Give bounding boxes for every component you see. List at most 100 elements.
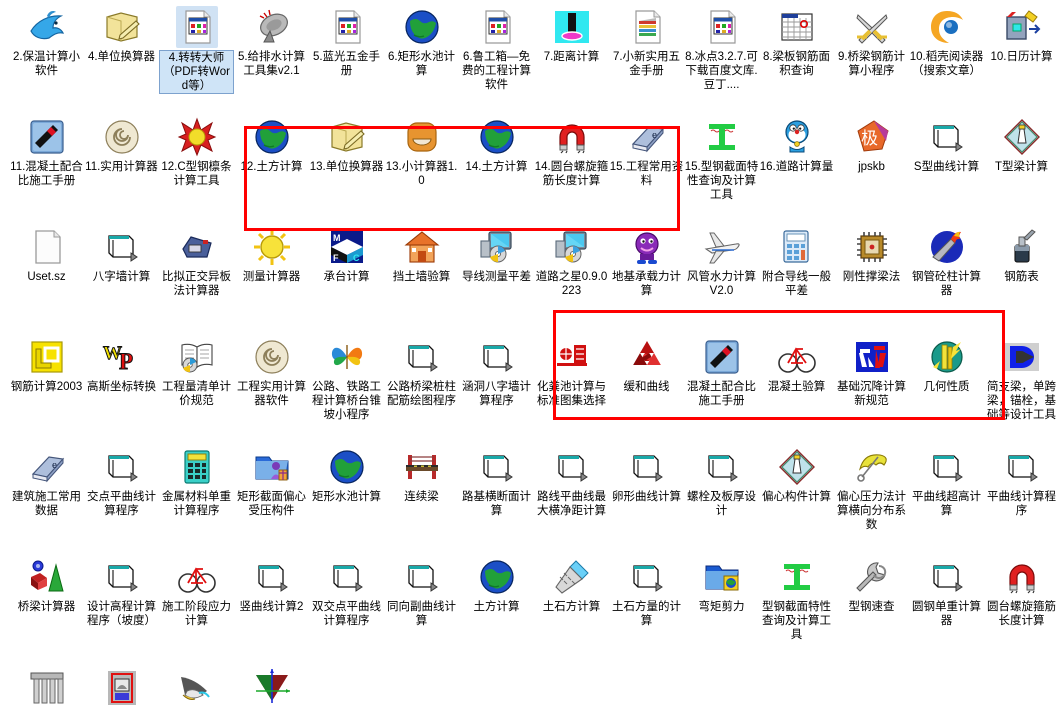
columns-icon (26, 666, 68, 708)
desktop-icon[interactable]: 型钢速查 (834, 556, 909, 614)
desktop-icon[interactable]: 13.小计算器1.0 (384, 116, 459, 188)
desktop-icon[interactable]: 弯矩剪力 (684, 556, 759, 614)
desktop-icon[interactable]: 涵洞八字墙计算程序 (459, 336, 534, 408)
desktop-icon[interactable]: 混凝土配合比施工手册 (684, 336, 759, 408)
desktop-icon[interactable]: 偏心构件计算 (759, 446, 834, 504)
desktop-icon[interactable]: Uset.sz (9, 226, 84, 284)
desktop-icon[interactable]: W P 高斯坐标转换 (84, 336, 159, 394)
desktop-icon[interactable]: 平曲线计算程序 (984, 446, 1059, 518)
desktop-icon[interactable]: 型钢截面特性查询及计算工具 (759, 556, 834, 642)
desktop-icon[interactable]: 几何性质 (909, 336, 984, 394)
desktop-icon[interactable]: 八字墙计算 (84, 226, 159, 284)
desktop-icon-label: 施工阶段应力计算 (162, 601, 231, 627)
desktop-surface[interactable]: 2.保温计算小软件 4.单位换算器 4.转转大师（PDF转Word等） 5.给排水计算… (0, 0, 1063, 705)
desktop-icon[interactable]: 设计高程计算程序（坡度） (84, 556, 159, 628)
desktop-icon[interactable]: 交点平曲线计算程序 (84, 446, 159, 518)
desktop-icon[interactable]: 14.圆台螺旋箍筋长度计算 (534, 116, 609, 188)
desktop-icon[interactable]: 道路之星0.9.0223 (534, 226, 609, 298)
desktop-icon[interactable]: 工程量清单计价规范 (159, 336, 234, 408)
desktop-icon[interactable]: 风管水力计算V2.0 (684, 226, 759, 298)
desktop-icon-label: 2.保温计算小软件 (12, 51, 81, 77)
desktop-icon[interactable]: 连续梁 (384, 446, 459, 504)
desktop-icon[interactable]: 路线平曲线最大横净距计算 (534, 446, 609, 518)
desktop-icon[interactable]: 11.实用计算器 (84, 116, 159, 174)
desktop-icon[interactable]: 卵形曲线计算 (609, 446, 684, 504)
desktop-icon[interactable]: 9.桥梁钢筋计算小程序 (834, 6, 909, 78)
desktop-icon[interactable]: 螺栓及板厚设计 (684, 446, 759, 518)
desktop-icon[interactable]: 公路、铁路工程计算桥台锥坡小程序 (309, 336, 384, 422)
desktop-icon[interactable]: 12.土方计算 (234, 116, 309, 174)
desktop-icon[interactable] (159, 666, 234, 710)
desktop-icon[interactable]: 矩形水池计算 (309, 446, 384, 504)
desktop-icon[interactable]: 6.鲁工箱—免费的工程计算软件 (459, 6, 534, 92)
desktop-icon[interactable]: 13.单位换算器 (309, 116, 384, 174)
desktop-icon[interactable]: 7.小新实用五金手册 (609, 6, 684, 78)
desktop-icon[interactable]: 矩形截面偏心受压构件 (234, 446, 309, 518)
desktop-icon[interactable]: 钢管砼柱计算器 (909, 226, 984, 298)
desktop-icon[interactable]: e 建筑施工常用数据 (9, 446, 84, 518)
desktop-icon[interactable] (84, 666, 159, 710)
desktop-icon[interactable]: 挡土墙验算 (384, 226, 459, 284)
desktop-icon[interactable]: 8.冰点3.2.7.可下载百度文库.豆丁.... (684, 6, 759, 92)
desktop-icon[interactable]: 路基横断面计算 (459, 446, 534, 518)
desktop-icon[interactable]: 4.转转大师（PDF转Word等） (159, 6, 234, 94)
desktop-icon[interactable]: 混凝土验算 (759, 336, 834, 394)
desktop-icon[interactable]: 刚性撑梁法 (834, 226, 909, 284)
desktop-icon[interactable]: 10.日历计算 (984, 6, 1059, 64)
desktop-icon[interactable]: 10.稻壳阅读器（搜索文章） (909, 6, 984, 78)
shortcut-doc-icon (101, 446, 143, 488)
desktop-icon[interactable]: 5.给排水计算工具集v2.1 (234, 6, 309, 78)
folder-people-icon (251, 446, 293, 488)
desktop-icon[interactable]: M F C 承台计算 (309, 226, 384, 284)
desktop-icon[interactable]: 16.道路计算量 (759, 116, 834, 174)
desktop-icon[interactable]: 金属材料单重计算程序 (159, 446, 234, 518)
desktop-icon[interactable]: 竖曲线计算2 (234, 556, 309, 614)
desktop-icon[interactable]: 施工阶段应力计算 (159, 556, 234, 628)
desktop-icon-label: 钢管砼柱计算器 (912, 271, 981, 297)
desktop-icon[interactable]: 化粪池计算与标准图集选择 (534, 336, 609, 408)
desktop-icon[interactable]: 简支梁，单跨梁，锚栓，基础等设计工具 (984, 336, 1059, 422)
desktop-icon[interactable]: 比拟正交异板法计算器 (159, 226, 234, 298)
desktop-icon[interactable]: 缓和曲线 (609, 336, 684, 394)
desktop-icon[interactable]: 附合导线一般平差 (759, 226, 834, 298)
desktop-icon[interactable]: 导线测量平差 (459, 226, 534, 284)
desktop-icon[interactable]: 圆钢单重计算器 (909, 556, 984, 628)
desktop-icon[interactable]: 工程实用计算器软件 (234, 336, 309, 408)
desktop-icon[interactable]: 极 jpskb (834, 116, 909, 174)
desktop-icon[interactable] (234, 666, 309, 710)
desktop-icon[interactable]: 15.型钢截面特性查询及计算工具 (684, 116, 759, 202)
desktop-icon[interactable]: 土石方量的计算 (609, 556, 684, 628)
desktop-icon[interactable]: 偏心压力法计算横向分布系数 (834, 446, 909, 532)
desktop-icon[interactable]: 平曲线超高计算 (909, 446, 984, 518)
desktop-icon[interactable]: 5.蓝光五金手册 (309, 6, 384, 78)
desktop-icon[interactable]: 6.矩形水池计算 (384, 6, 459, 78)
desktop-icon[interactable]: 钢筋计算2003 (9, 336, 84, 394)
desktop-icon[interactable]: 同向副曲线计算 (384, 556, 459, 628)
desktop-icon[interactable]: e 15.工程常用资料 (609, 116, 684, 188)
desktop-icon[interactable]: 12.C型钢檩条计算工具 (159, 116, 234, 188)
desktop-icon[interactable] (9, 666, 84, 710)
desktop-icon[interactable]: 钢筋表 (984, 226, 1059, 284)
desktop-icon[interactable]: 11.混凝土配合比施工手册 (9, 116, 84, 188)
desktop-icon[interactable]: 公路桥梁桩柱配筋绘图程序 (384, 336, 459, 408)
desktop-icon[interactable]: 双交点平曲线计算程序 (309, 556, 384, 628)
desktop-icon[interactable]: 4.单位换算器 (84, 6, 159, 64)
svg-text:F: F (333, 253, 339, 263)
desktop-icon[interactable]: 土石方计算 (534, 556, 609, 614)
desktop-icon[interactable]: 桥梁计算器 (9, 556, 84, 614)
desktop-icon[interactable]: T型梁计算 (984, 116, 1059, 174)
desktop-icon[interactable]: 圆台螺旋箍筋长度计算 (984, 556, 1059, 628)
desktop-icon-label: 路基横断面计算 (462, 491, 531, 517)
desktop-icon[interactable]: 7.距离计算 (534, 6, 609, 64)
globe-icon (401, 6, 443, 48)
shortcut-doc-icon (626, 556, 668, 598)
desktop-icon[interactable]: 14.土方计算 (459, 116, 534, 174)
desktop-icon[interactable]: S型曲线计算 (909, 116, 984, 174)
desktop-icon[interactable]: 测量计算器 (234, 226, 309, 284)
desktop-icon[interactable]: 8.梁板钢筋面积查询 (759, 6, 834, 78)
desktop-icon[interactable]: 基础沉降计算新规范 (834, 336, 909, 408)
desktop-icon[interactable]: 土方计算 (459, 556, 534, 614)
desktop-icon-label: 刚性撑梁法 (842, 271, 901, 283)
desktop-icon[interactable]: 地基承载力计算 (609, 226, 684, 298)
desktop-icon[interactable]: 2.保温计算小软件 (9, 6, 84, 78)
